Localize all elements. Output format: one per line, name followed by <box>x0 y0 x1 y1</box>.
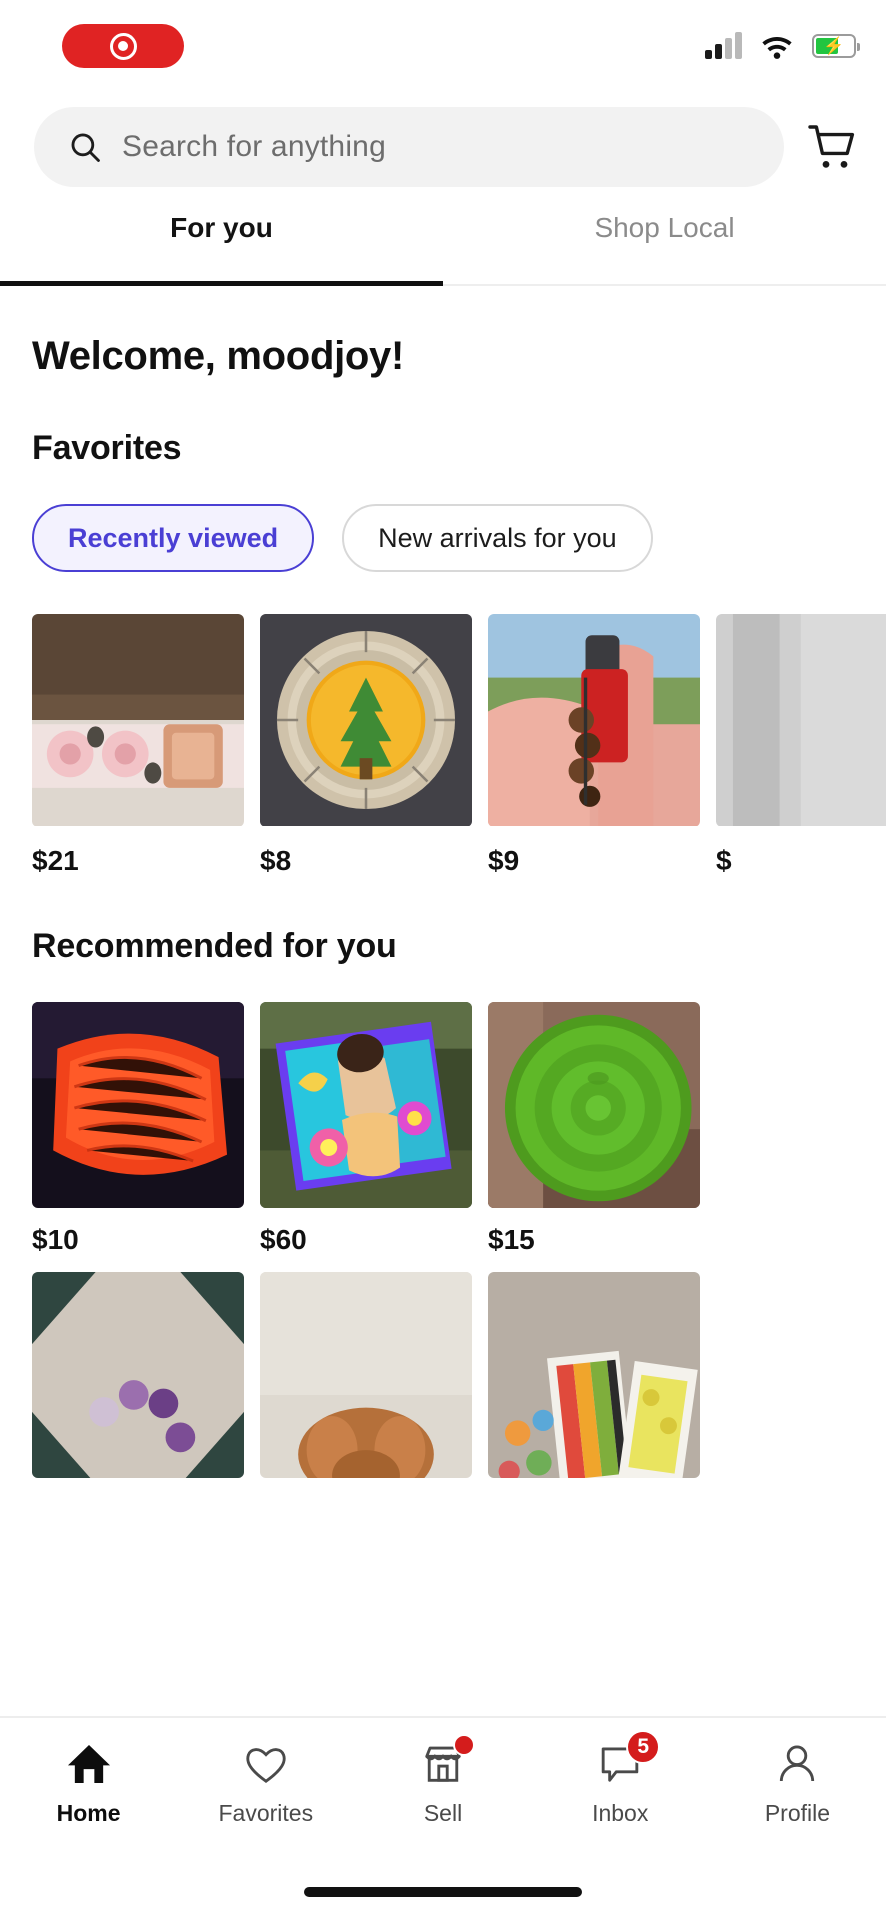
favorites-carousel[interactable]: $21 $8 $9 $ <box>0 572 886 877</box>
nav-item-inbox-label: Inbox <box>592 1800 649 1826</box>
tab-bar: For you Shop Local <box>0 202 886 286</box>
search-row: Search for anything <box>0 92 886 202</box>
product-image[interactable] <box>260 1002 472 1208</box>
search-input[interactable]: Search for anything <box>34 107 784 187</box>
product-card[interactable]: $21 <box>32 614 244 877</box>
nav-item-home-label: Home <box>56 1800 121 1826</box>
product-card-partial[interactable]: $ <box>716 614 886 877</box>
shopping-cart-icon[interactable] <box>806 122 858 172</box>
product-image[interactable] <box>32 614 244 827</box>
recommended-section-title: Recommended for you <box>32 927 397 965</box>
nav-item-profile-label: Profile <box>764 1800 831 1826</box>
product-price: $15 <box>488 1224 535 1255</box>
sell-notification-dot <box>453 1734 475 1756</box>
product-price: $10 <box>32 1224 79 1255</box>
product-card[interactable] <box>32 1272 244 1478</box>
product-card[interactable] <box>488 1272 700 1478</box>
product-image[interactable] <box>32 1272 244 1478</box>
status-icons: ⚡ <box>705 32 860 60</box>
wifi-icon <box>762 36 792 59</box>
product-image[interactable] <box>488 1002 700 1208</box>
record-target-icon <box>109 32 137 60</box>
product-price: $ <box>716 845 732 876</box>
welcome-heading: Welcome, moodjoy! <box>32 334 404 378</box>
product-card[interactable]: $60 <box>260 1002 472 1256</box>
speech-bubble-icon: 5 <box>594 1730 661 1790</box>
product-price: $21 <box>32 845 79 876</box>
home-indicator-bar[interactable] <box>304 1887 582 1897</box>
status-bar: ⚡ <box>0 0 886 92</box>
product-card[interactable] <box>260 1272 472 1478</box>
home-indicator <box>0 1864 886 1920</box>
nav-item-sell[interactable]: Sell <box>354 1734 531 1827</box>
recommended-grid: $10 $60 $15 <box>0 966 886 1478</box>
nav-item-home[interactable]: Home <box>0 1738 177 1827</box>
tab-for-you-label: For you <box>170 212 273 243</box>
nav-item-profile[interactable]: Profile <box>709 1738 886 1827</box>
screen-recording-pill[interactable] <box>62 24 184 68</box>
app-screen: ⚡ Search for anything For you Shop Local <box>0 0 886 1920</box>
product-image[interactable] <box>488 1272 700 1478</box>
product-price: $9 <box>488 845 520 876</box>
product-price: $60 <box>260 1224 307 1255</box>
search-placeholder-text: Search for anything <box>122 130 386 163</box>
chip-new-arrivals-label: New arrivals for you <box>378 522 617 553</box>
bottom-navigation-bar: Home Favorites Sell 5 Inbox Profile <box>0 1716 886 1864</box>
home-icon <box>63 1738 115 1790</box>
tab-for-you[interactable]: For you <box>0 202 443 286</box>
product-image[interactable] <box>32 1002 244 1208</box>
product-card[interactable]: $15 <box>488 1002 700 1256</box>
chip-recently-viewed-label: Recently viewed <box>68 522 279 553</box>
tab-shop-local[interactable]: Shop Local <box>443 202 886 284</box>
main-scroll-area[interactable]: Welcome, moodjoy! Favorites Recently vie… <box>0 286 886 1716</box>
person-icon <box>771 1738 823 1790</box>
nav-item-inbox[interactable]: 5 Inbox <box>532 1730 709 1827</box>
heart-icon <box>240 1738 292 1790</box>
product-card[interactable]: $10 <box>32 1002 244 1256</box>
product-card[interactable]: $8 <box>260 614 472 877</box>
product-price: $8 <box>260 845 292 876</box>
tab-shop-local-label: Shop Local <box>594 212 735 243</box>
favorites-filter-chips: Recently viewed New arrivals for you <box>0 468 886 572</box>
storefront-icon <box>417 1734 475 1790</box>
favorites-section-title: Favorites <box>32 429 182 467</box>
inbox-unread-badge: 5 <box>626 1730 661 1764</box>
nav-item-favorites-label: Favorites <box>218 1800 314 1826</box>
product-image[interactable] <box>716 614 886 827</box>
battery-charging-icon: ⚡ <box>812 34 860 58</box>
chip-new-arrivals[interactable]: New arrivals for you <box>342 504 653 572</box>
product-image[interactable] <box>488 614 700 827</box>
product-image[interactable] <box>260 1272 472 1478</box>
chip-recently-viewed[interactable]: Recently viewed <box>32 504 315 572</box>
cellular-signal-icon <box>705 32 742 59</box>
product-image[interactable] <box>260 614 472 827</box>
search-icon <box>71 133 100 162</box>
nav-item-sell-label: Sell <box>423 1800 463 1826</box>
nav-item-favorites[interactable]: Favorites <box>177 1738 354 1827</box>
product-card[interactable]: $9 <box>488 614 700 877</box>
